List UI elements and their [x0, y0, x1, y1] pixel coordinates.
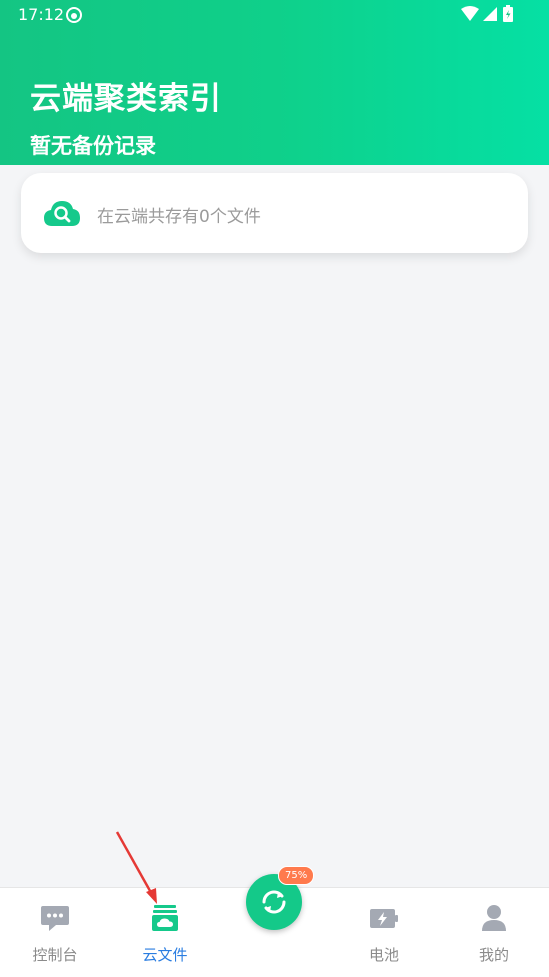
- search-placeholder: 在云端共存有0个文件: [97, 207, 261, 227]
- header: 17:12 云端聚类索引 暂无备份记录: [0, 0, 549, 165]
- status-icons: [459, 5, 519, 27]
- wifi-icon: [461, 6, 479, 21]
- cloud-folder-icon: [110, 904, 220, 936]
- page-title: 云端聚类索引: [30, 81, 222, 117]
- cloud-search-bar[interactable]: 在云端共存有0个文件: [21, 173, 528, 253]
- signal-icon: [483, 7, 497, 21]
- status-bar: 17:12: [0, 0, 549, 30]
- tab-battery[interactable]: 电池: [329, 904, 439, 965]
- cloud-search-icon: [43, 199, 81, 231]
- battery-icon: [503, 5, 513, 22]
- face-icon: [66, 7, 82, 27]
- battery-charge-icon: [329, 904, 439, 936]
- tab-label: 控制台: [32, 946, 78, 964]
- page-subtitle: 暂无备份记录: [30, 134, 156, 158]
- tab-cloud-files[interactable]: 云文件: [110, 904, 220, 965]
- tab-label: 我的: [478, 946, 509, 964]
- chat-icon: [0, 904, 110, 936]
- status-time: 17:12: [18, 5, 65, 24]
- tab-profile[interactable]: 我的: [439, 904, 549, 965]
- tab-label: 电池: [368, 946, 399, 964]
- annotation-arrow-icon: [115, 831, 157, 904]
- person-icon: [439, 904, 549, 936]
- sync-progress-badge: 75%: [278, 866, 315, 885]
- tab-label: 云文件: [142, 946, 188, 964]
- tab-console[interactable]: 控制台: [0, 904, 110, 965]
- sync-icon: [262, 890, 286, 914]
